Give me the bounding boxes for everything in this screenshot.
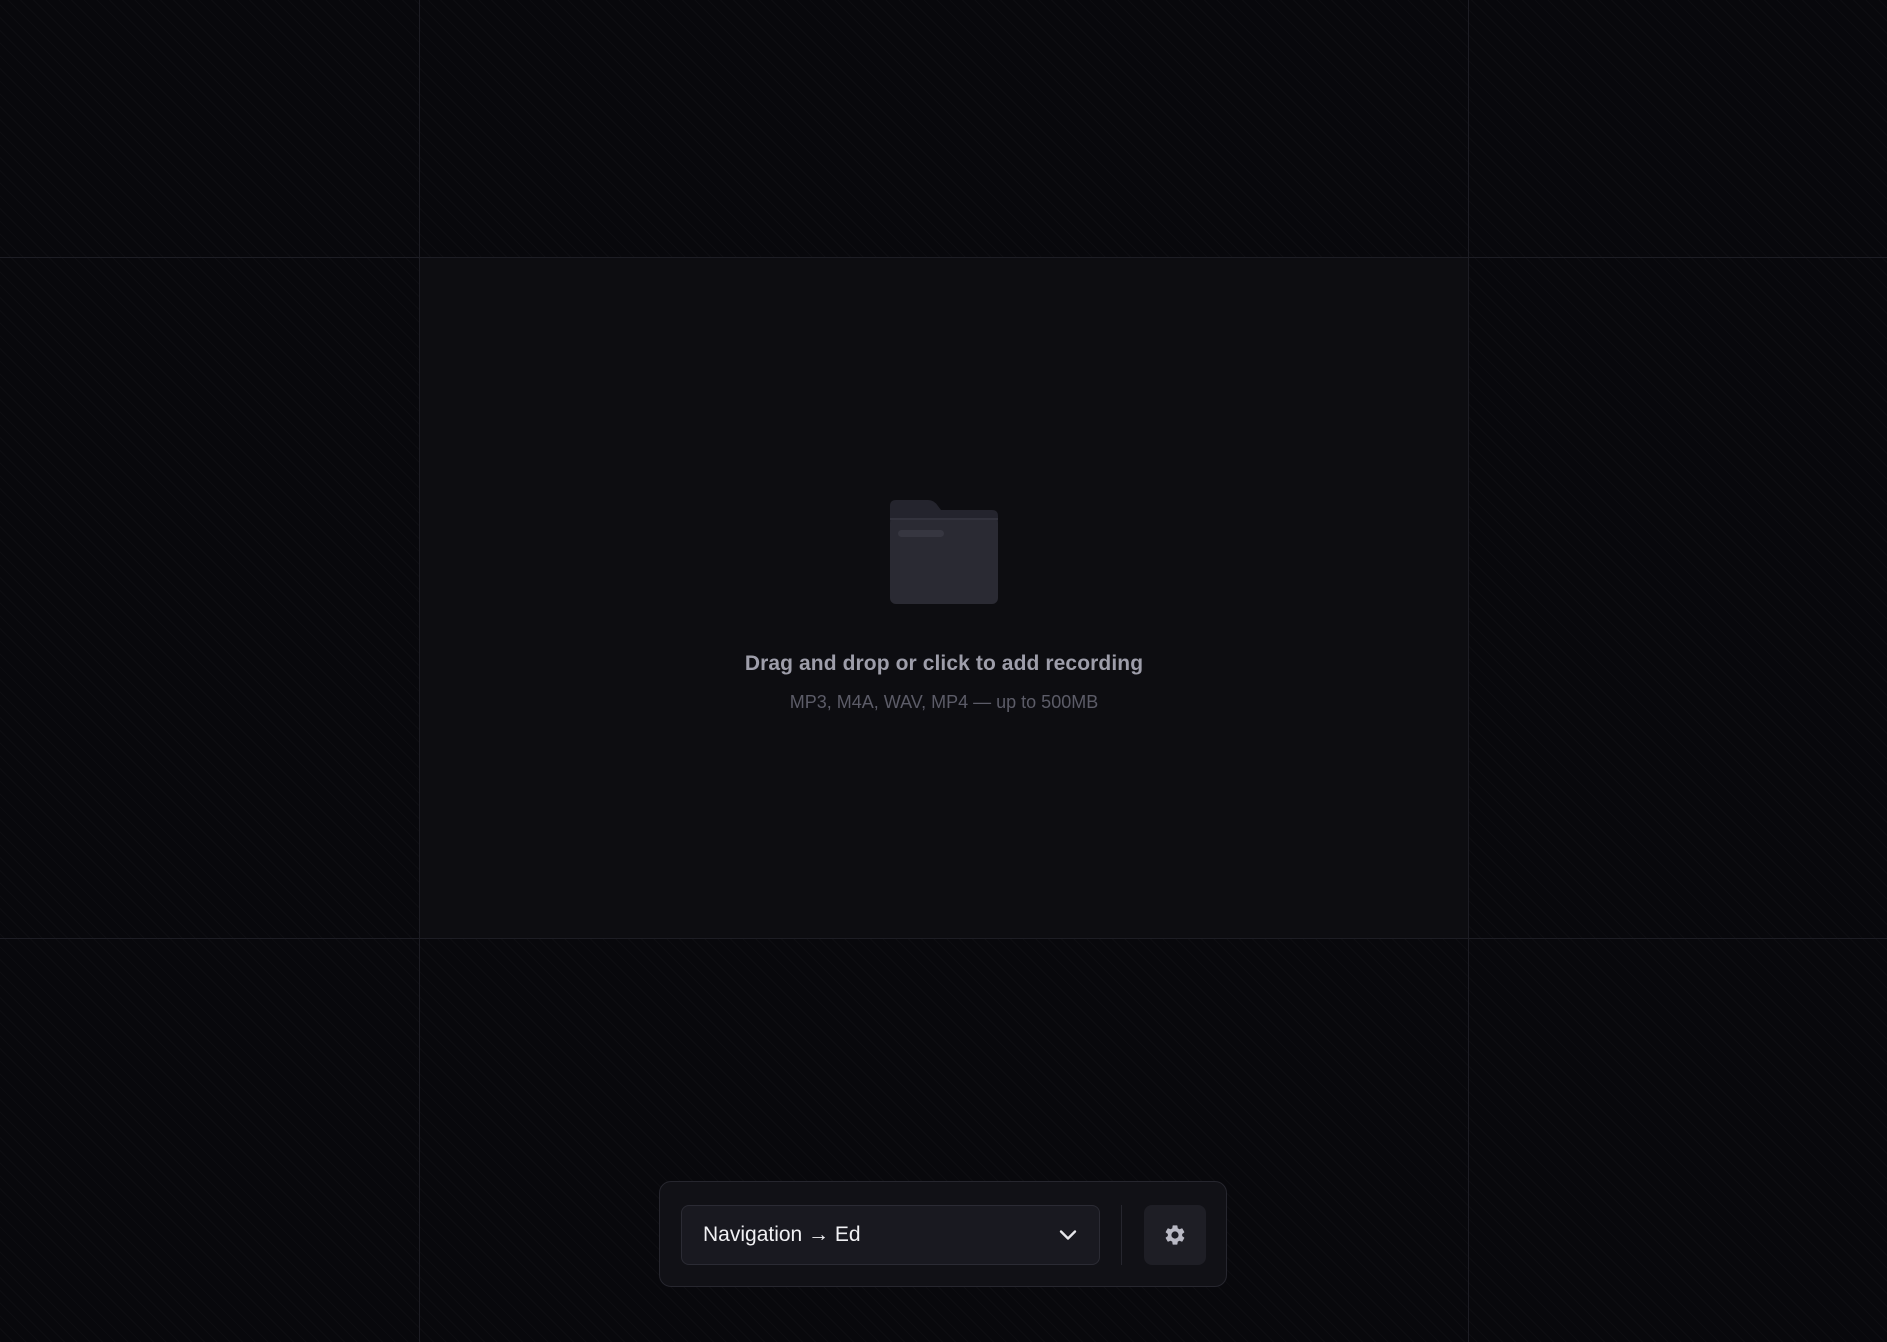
- settings-button[interactable]: [1144, 1205, 1206, 1265]
- app-canvas: Drag and drop or click to add recording …: [0, 0, 1887, 1342]
- bottom-toolbar: Navigation → Ed: [659, 1181, 1227, 1287]
- folder-icon: [890, 500, 998, 604]
- upload-dropzone[interactable]: Drag and drop or click to add recording …: [420, 258, 1468, 938]
- mode-select-value: Navigation → Ed: [703, 1223, 861, 1246]
- grid-line-horizontal-bottom: [0, 938, 1887, 939]
- toolbar-divider: [1121, 1205, 1122, 1265]
- dropzone-formats: MP3, M4A, WAV, MP4 — up to 500MB: [789, 692, 1099, 712]
- grid-line-vertical-right: [1468, 0, 1469, 1342]
- chevron-down-icon: [1059, 1230, 1077, 1240]
- gear-icon: [1165, 1225, 1185, 1245]
- dropzone-title: Drag and drop or click to add recording: [744, 652, 1144, 675]
- dropzone-content: Drag and drop or click to add recording …: [420, 498, 1468, 713]
- mode-select-dropdown[interactable]: Navigation → Ed: [681, 1205, 1100, 1265]
